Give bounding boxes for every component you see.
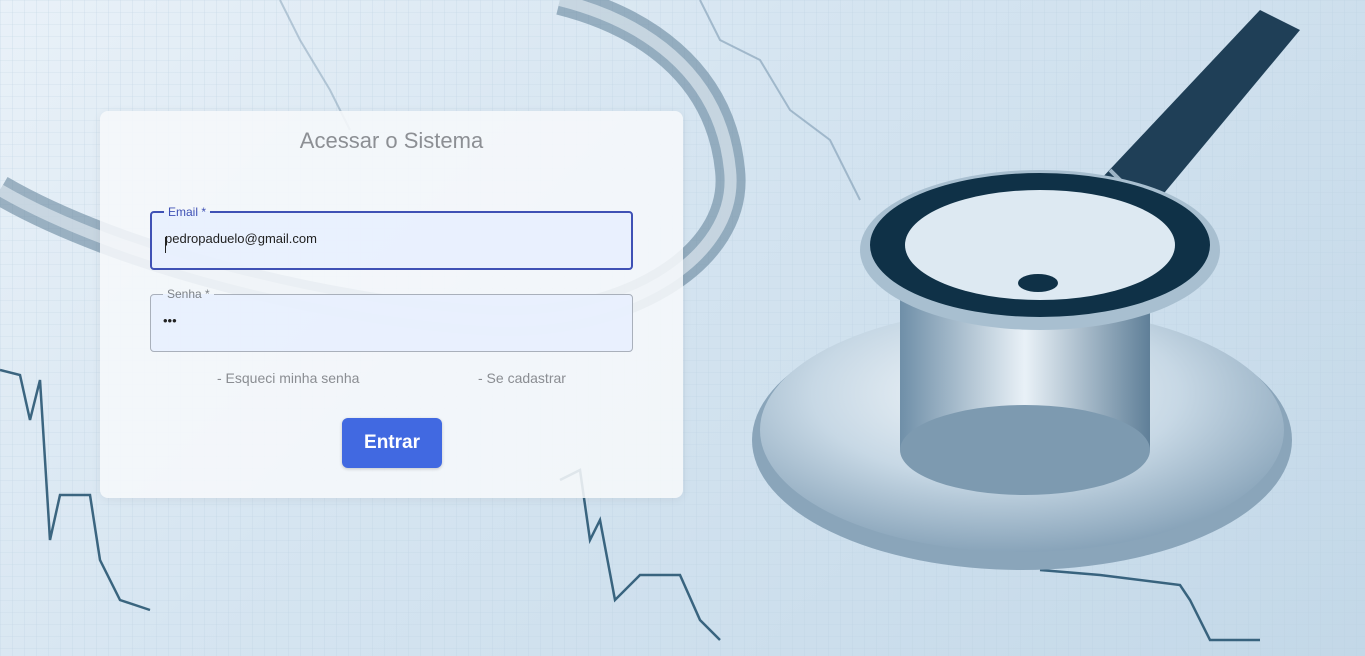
register-link[interactable]: - Se cadastrar bbox=[478, 370, 566, 386]
password-field[interactable]: Senha * bbox=[150, 288, 633, 352]
email-field[interactable]: Email * bbox=[150, 206, 633, 270]
forgot-password-link[interactable]: - Esqueci minha senha bbox=[217, 370, 359, 386]
login-button[interactable]: Entrar bbox=[342, 418, 442, 468]
email-label: Email * bbox=[168, 205, 207, 219]
login-card: Acessar o Sistema Email * Senha * - Esqu… bbox=[100, 111, 683, 498]
page-title: Acessar o Sistema bbox=[299, 128, 484, 153]
email-input[interactable] bbox=[165, 228, 620, 248]
password-input[interactable] bbox=[163, 310, 620, 330]
password-label: Senha * bbox=[167, 287, 210, 301]
text-cursor bbox=[165, 237, 166, 253]
